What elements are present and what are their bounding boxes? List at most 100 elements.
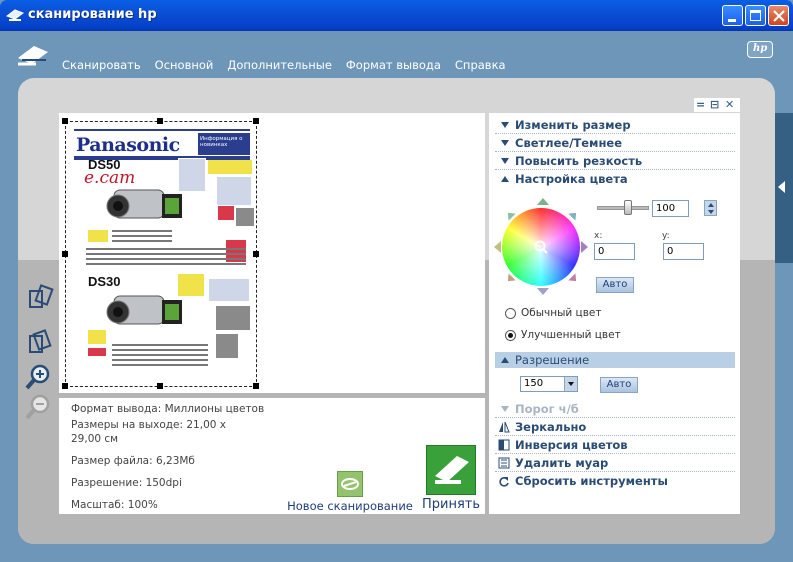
collapse-arrow-icon	[778, 181, 785, 193]
collapse-panel-tab[interactable]	[775, 113, 793, 263]
chevron-down-icon[interactable]	[564, 377, 577, 391]
normal-color-label: Обычный цвет	[521, 307, 602, 319]
tool-color-label: Настройка цвета	[515, 172, 628, 186]
tool-brightness[interactable]: Светлее/Темнее	[495, 135, 735, 152]
tool-threshold: Порог ч/б	[495, 401, 735, 418]
panel-close-icon[interactable]: ✕	[725, 98, 734, 111]
wheel-arrow-left[interactable]	[494, 241, 501, 253]
rotate-right-icon[interactable]	[26, 328, 54, 356]
model-ds30: DS30	[88, 274, 121, 289]
app-icon	[6, 9, 24, 21]
collapse-icon	[501, 176, 509, 182]
x-label: x:	[594, 231, 603, 241]
main-menu: Сканировать Основной Дополнительные Форм…	[62, 58, 506, 72]
tool-resolution-label: Разрешение	[515, 353, 590, 367]
mirror-icon	[499, 421, 510, 433]
resolution-auto-button[interactable]: Авто	[600, 377, 638, 393]
y-label: y:	[662, 231, 670, 241]
moire-icon	[498, 457, 510, 469]
saturation-slider-track[interactable]	[597, 206, 649, 210]
spin-down-icon[interactable]	[708, 210, 714, 214]
info-size-line1: Размеры на выходе: 21,00 x	[71, 419, 226, 431]
panel-restore-icon[interactable]: ⊟	[710, 98, 719, 111]
menu-scan[interactable]: Сканировать	[62, 58, 141, 72]
menu-output-format[interactable]: Формат вывода	[346, 58, 441, 72]
tool-mirror[interactable]: Зеркально	[495, 419, 735, 436]
brand-box: Информация о новинках	[198, 133, 250, 155]
tool-resolution[interactable]: Разрешение	[495, 352, 735, 368]
wheel-arrow-bottom[interactable]	[537, 288, 549, 295]
resolution-value: 150	[524, 378, 544, 389]
zoom-out-icon[interactable]	[24, 393, 52, 421]
enhanced-color-label: Улучшенный цвет	[521, 329, 621, 341]
hp-logo-text: hp	[753, 43, 768, 54]
tool-threshold-label: Порог ч/б	[515, 402, 579, 416]
camera-image-1	[106, 189, 182, 219]
close-button[interactable]	[768, 5, 789, 26]
reset-icon	[499, 477, 509, 487]
resolution-select[interactable]: 150	[520, 376, 578, 392]
hp-logo: hp	[747, 41, 773, 58]
tool-invert-label: Инверсия цветов	[515, 438, 628, 452]
window-title: сканирование hp	[28, 7, 157, 22]
info-resolution: Разрешение: 150dpi	[71, 477, 182, 489]
expand-icon	[501, 122, 509, 128]
spin-up-icon[interactable]	[708, 203, 714, 207]
menu-basic[interactable]: Основной	[155, 58, 214, 72]
zoom-in-icon[interactable]	[24, 363, 52, 391]
new-scan-button[interactable]: Новое сканирование	[286, 471, 414, 513]
color-picker-icon	[534, 240, 548, 254]
collapse-icon	[501, 357, 509, 363]
menu-help[interactable]: Справка	[455, 58, 506, 72]
camera-image-2	[106, 295, 182, 325]
brand-name: Panasonic	[76, 134, 180, 156]
expand-icon	[501, 140, 509, 146]
saturation-input[interactable]: 100	[652, 200, 689, 217]
wheel-arrow-right[interactable]	[581, 241, 588, 253]
rotate-left-icon[interactable]	[26, 283, 54, 311]
close-icon	[773, 10, 785, 22]
x-input[interactable]: 0	[594, 243, 635, 260]
info-scale: Масштаб: 100%	[71, 499, 158, 511]
maximize-button[interactable]	[745, 5, 766, 26]
info-size-line2: 29,00 см	[71, 433, 119, 445]
tool-moire-label: Удалить муар	[515, 456, 609, 470]
normal-color-radio[interactable]	[505, 308, 516, 319]
expand-icon	[501, 406, 509, 412]
enhanced-color-radio[interactable]	[505, 330, 516, 341]
scanned-image[interactable]: Panasonic Информация о новинках DS50 e.c…	[65, 121, 257, 387]
info-filesize: Размер файла: 6,23Мб	[71, 455, 195, 467]
tool-mirror-label: Зеркально	[515, 420, 587, 434]
saturation-slider-thumb[interactable]	[624, 200, 632, 215]
new-scan-icon	[337, 471, 363, 497]
accept-scanner-icon	[426, 445, 476, 495]
tool-moire[interactable]: Удалить муар	[495, 455, 735, 472]
panel-controls: = ⊟ ✕	[694, 98, 740, 112]
accept-button[interactable]: Принять	[420, 445, 482, 512]
color-wheel[interactable]	[502, 208, 580, 286]
brand-bar: Panasonic Информация о новинках	[74, 129, 250, 156]
tool-resize[interactable]: Изменить размер	[495, 117, 735, 134]
scanner-logo-icon	[18, 46, 48, 66]
tool-color[interactable]: Настройка цвета	[495, 171, 735, 188]
expand-icon	[501, 158, 509, 164]
title-bar: сканирование hp	[0, 0, 793, 31]
saturation-spinner[interactable]	[704, 200, 717, 216]
tool-brightness-label: Светлее/Темнее	[515, 136, 622, 150]
tool-reset[interactable]: Сбросить инструменты	[495, 473, 735, 490]
menu-advanced[interactable]: Дополнительные	[227, 58, 332, 72]
panel-minimize-icon[interactable]: =	[696, 98, 705, 111]
tool-invert[interactable]: Инверсия цветов	[495, 437, 735, 454]
tool-resize-label: Изменить размер	[515, 118, 631, 132]
tool-reset-label: Сбросить инструменты	[515, 474, 668, 488]
tool-sharpen-label: Повысить резкость	[515, 154, 643, 168]
tool-sharpen[interactable]: Повысить резкость	[495, 153, 735, 170]
new-scan-label: Новое сканирование	[287, 499, 413, 513]
invert-colors-icon	[498, 439, 510, 451]
color-auto-button[interactable]: Авто	[596, 277, 634, 293]
minimize-button[interactable]	[722, 5, 743, 26]
accept-label: Принять	[421, 497, 481, 512]
info-format: Формат вывода: Миллионы цветов	[71, 403, 265, 415]
wheel-arrow-top[interactable]	[537, 198, 549, 205]
y-input[interactable]: 0	[663, 243, 704, 260]
